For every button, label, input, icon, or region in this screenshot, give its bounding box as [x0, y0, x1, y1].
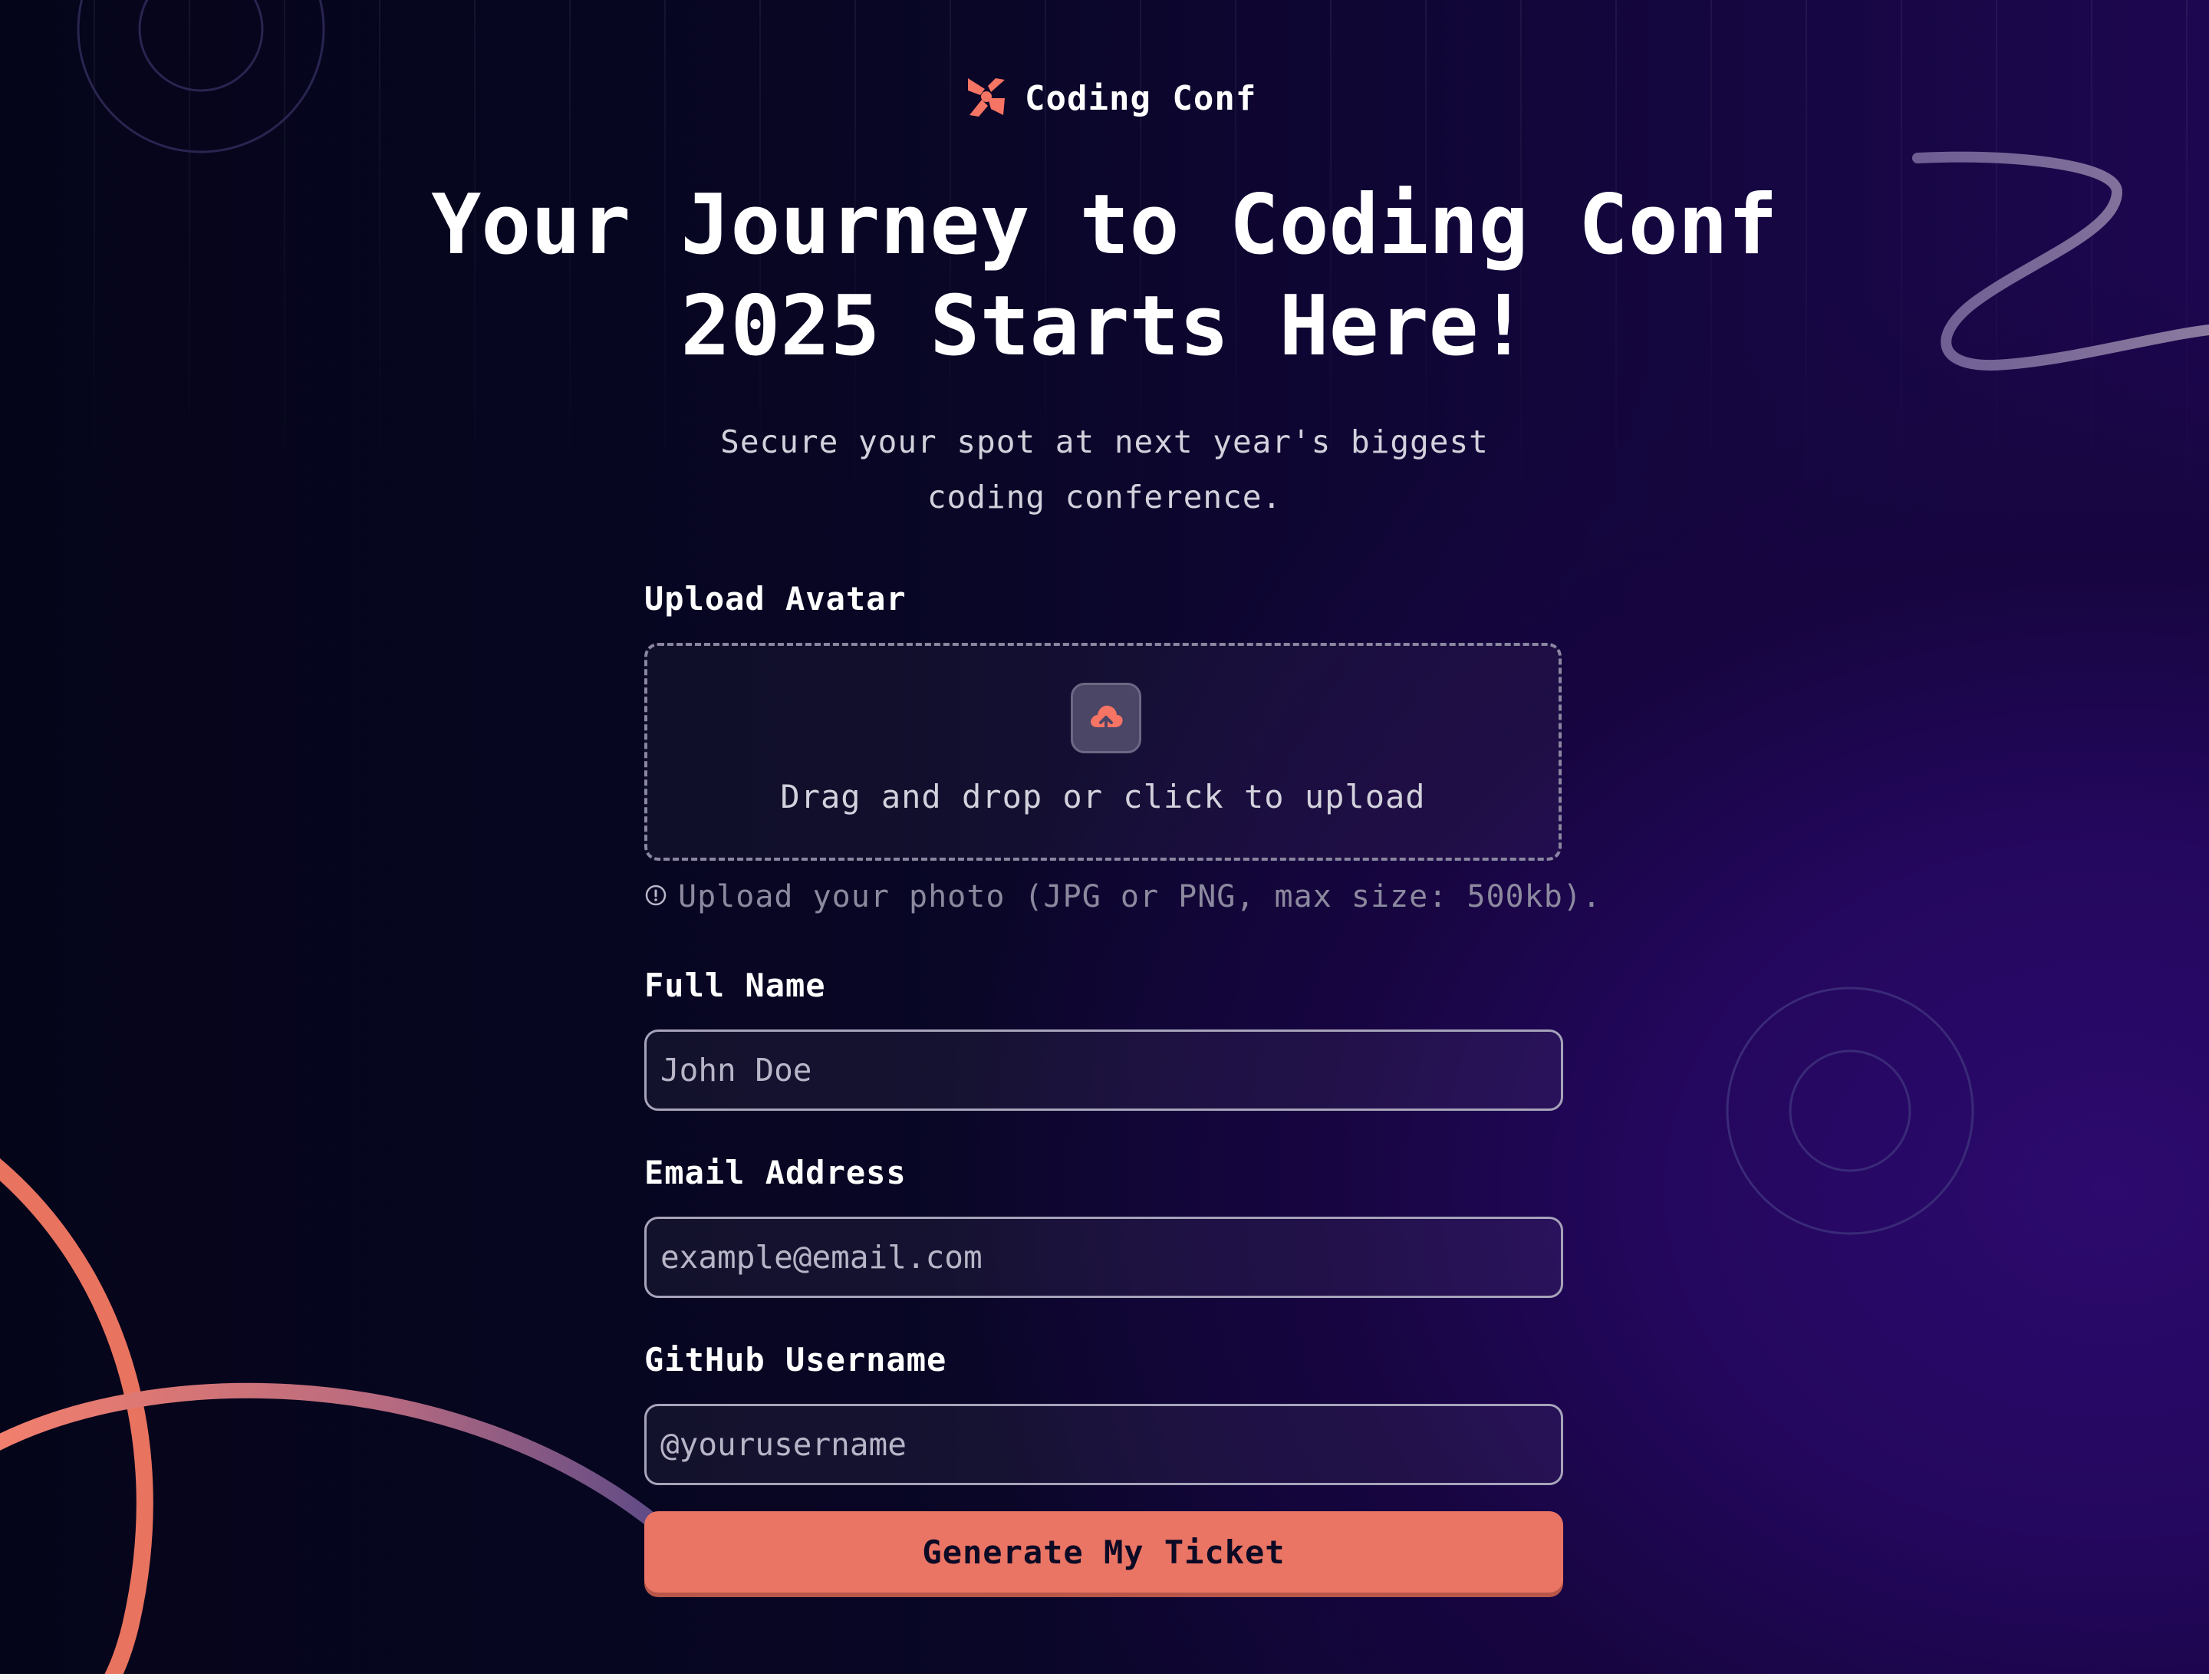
- logo-mark-icon: [965, 75, 1008, 121]
- curved-line-bottom-left-2: [0, 1382, 667, 1534]
- circle-pattern-right: [1726, 987, 1974, 1235]
- email-label: Email Address: [644, 1154, 907, 1191]
- squiggle-line-top-right: [1912, 151, 2209, 371]
- brand-name: Coding Conf: [1025, 78, 1257, 118]
- full-name-input[interactable]: [644, 1029, 1563, 1111]
- curved-line-bottom-left-1: [0, 1158, 153, 1680]
- dropzone-text: Drag and drop or click to upload: [780, 778, 1426, 815]
- avatar-hint-text: Upload your photo (JPG or PNG, max size:…: [678, 879, 1602, 914]
- circle-pattern-top-left: [77, 0, 325, 153]
- page-bottom-edge: [0, 1674, 2209, 1680]
- page-title: Your Journey to Coding Conf 2025 Starts …: [431, 177, 1778, 374]
- email-input[interactable]: [644, 1217, 1563, 1298]
- github-username-input[interactable]: [644, 1404, 1563, 1485]
- upload-cloud-icon: [1071, 683, 1141, 753]
- full-name-label: Full Name: [644, 967, 826, 1004]
- github-label: GitHub Username: [644, 1341, 947, 1379]
- generate-ticket-button[interactable]: Generate My Ticket: [644, 1511, 1563, 1593]
- avatar-label: Upload Avatar: [644, 580, 907, 618]
- brand-logo[interactable]: Coding Conf: [965, 75, 1256, 121]
- page-subtitle: Secure your spot at next year's biggest …: [720, 423, 1489, 516]
- avatar-dropzone[interactable]: Drag and drop or click to upload: [644, 643, 1562, 861]
- info-icon: [644, 879, 667, 914]
- avatar-hint: Upload your photo (JPG or PNG, max size:…: [644, 879, 1602, 914]
